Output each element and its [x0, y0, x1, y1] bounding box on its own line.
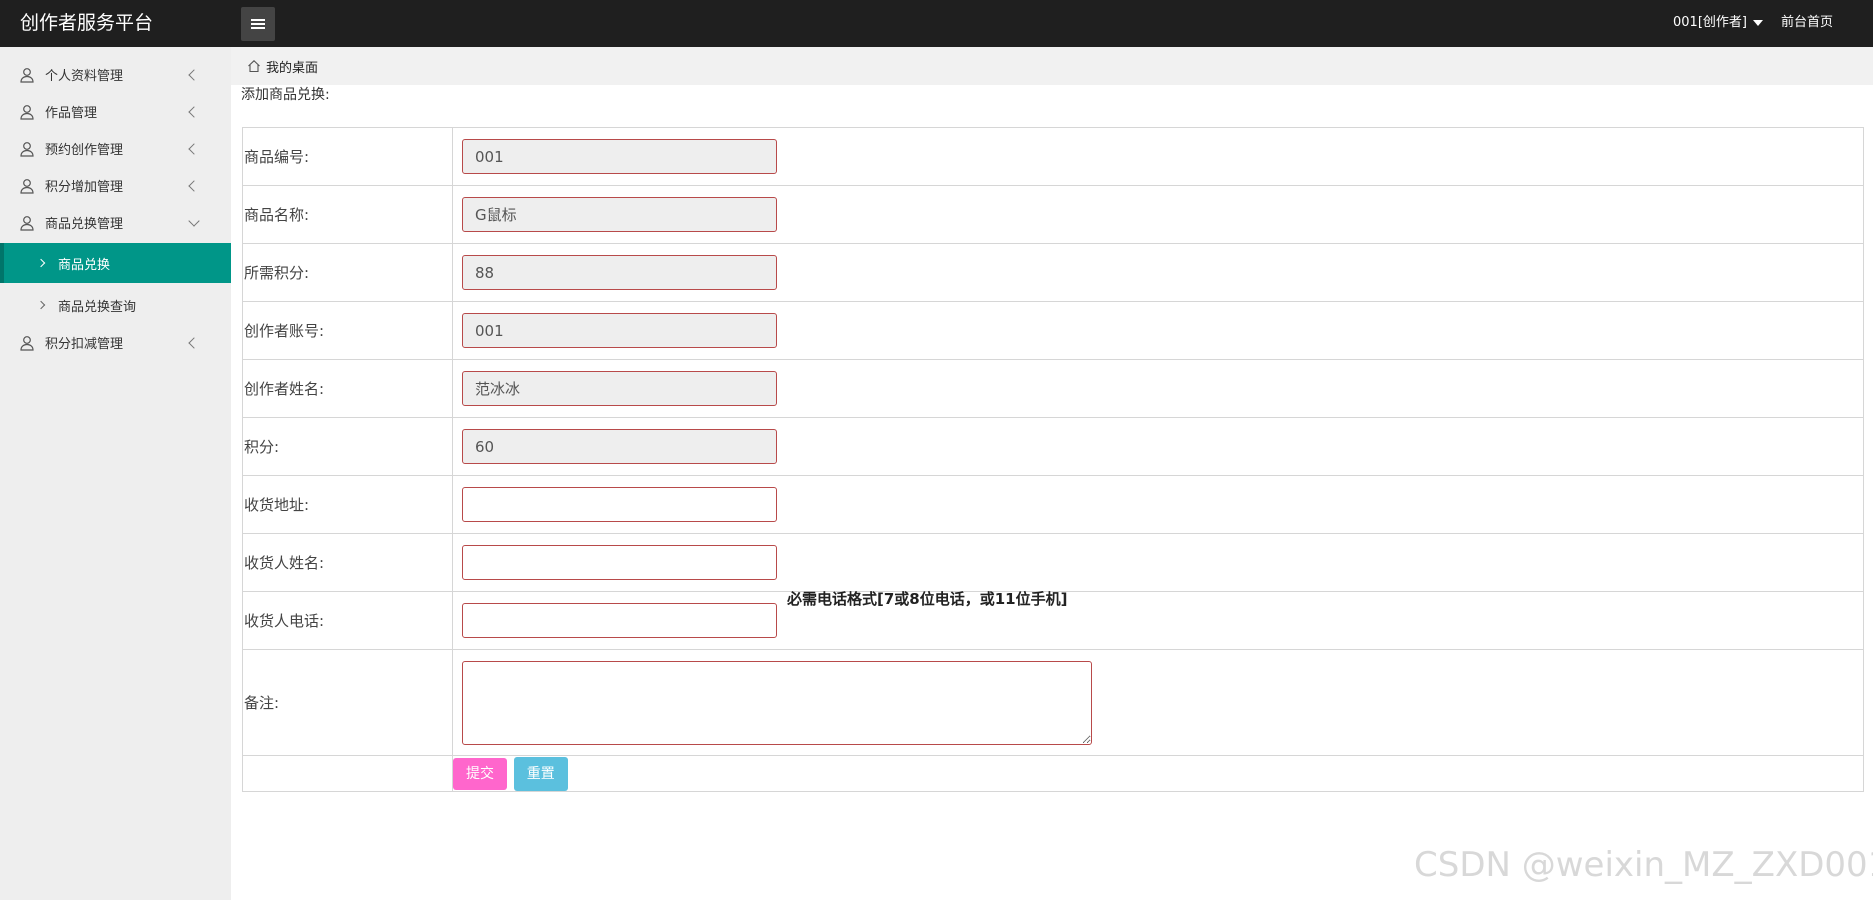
field-label: 所需积分:: [242, 243, 453, 302]
chevron-left-icon: [188, 179, 200, 192]
field-label: 备注:: [242, 649, 453, 756]
watermark: CSDN @weixin_MZ_ZXD001: [1414, 845, 1873, 885]
sidebar-item-label: 积分扣减管理: [45, 337, 124, 352]
sidebar-item-label: 商品兑换管理: [45, 217, 124, 232]
chevron-left-icon: [188, 68, 200, 81]
caret-down-icon: [1752, 20, 1763, 26]
hamburger-icon: [251, 19, 265, 29]
form-title: 添加商品兑换:: [241, 87, 330, 103]
product-id-field[interactable]: [462, 139, 777, 174]
user-label: 001[创作者]: [1673, 15, 1747, 30]
sidebar-subitem-label: 商品兑换查询: [58, 299, 137, 315]
app-title: 创作者服务平台: [20, 12, 154, 34]
recipient-name-input[interactable]: [462, 545, 777, 580]
chevron-right-icon: [36, 300, 46, 310]
form-row: 创作者账号:: [242, 301, 1864, 360]
user-icon: [20, 141, 34, 157]
creator-account-field[interactable]: [462, 313, 777, 348]
form-row: 收货人电话: 必需电话格式[7或8位电话，或11位手机]: [242, 590, 1864, 650]
shipping-address-input[interactable]: [462, 487, 777, 522]
top-bar: 创作者服务平台 001[创作者] 前台首页: [0, 0, 1873, 47]
user-icon: [20, 178, 34, 194]
reset-button[interactable]: 重置: [513, 756, 568, 791]
user-icon: [20, 104, 34, 120]
sidebar-item-label: 个人资料管理: [45, 69, 124, 84]
user-menu[interactable]: 001[创作者]: [1673, 13, 1763, 33]
sidebar-subitem-exchange-query[interactable]: 商品兑换查询: [0, 285, 231, 325]
chevron-left-icon: [188, 142, 200, 155]
chevron-right-icon: [36, 258, 46, 268]
recipient-phone-input[interactable]: [462, 603, 777, 638]
user-icon: [20, 67, 34, 83]
form-row: 创作者姓名:: [242, 359, 1864, 418]
field-label: 收货人电话:: [242, 591, 453, 650]
field-label: 商品名称:: [242, 185, 453, 244]
form-row: 备注:: [242, 649, 1864, 756]
exchange-form: 商品编号: 商品名称: 所需积分: 创作者账号: 创作者姓名: 积分: 收货地址…: [242, 127, 1864, 792]
form-row: 商品名称:: [242, 185, 1864, 244]
breadcrumb-desktop[interactable]: 我的桌面: [266, 57, 318, 76]
field-label: 商品编号:: [242, 127, 453, 186]
user-icon: [20, 215, 34, 231]
sidebar-item-points-add[interactable]: 积分增加管理: [0, 167, 231, 204]
field-label: 创作者姓名:: [242, 359, 453, 418]
front-home-link[interactable]: 前台首页: [1781, 13, 1833, 33]
phone-format-hint: 必需电话格式[7或8位电话，或11位手机]: [787, 590, 1068, 608]
form-actions-row: 提交 重置: [242, 755, 1864, 792]
sidebar: 个人资料管理 作品管理 预约创作管理 积分增加管理 商品兑换管理 商品兑换 商品…: [0, 47, 231, 900]
form-row: 所需积分:: [242, 243, 1864, 302]
points-field[interactable]: [462, 429, 777, 464]
chevron-left-icon: [188, 336, 200, 349]
sidebar-subitem-exchange[interactable]: 商品兑换: [0, 243, 231, 283]
required-points-field[interactable]: [462, 255, 777, 290]
sidebar-item-label: 积分增加管理: [45, 180, 124, 195]
form-row: 收货人姓名:: [242, 533, 1864, 592]
chevron-left-icon: [188, 105, 200, 118]
sidebar-item-points-deduct[interactable]: 积分扣减管理: [0, 324, 231, 361]
sidebar-item-reservations[interactable]: 预约创作管理: [0, 130, 231, 167]
sidebar-subitem-label: 商品兑换: [58, 257, 111, 273]
form-row: 收货地址:: [242, 475, 1864, 534]
user-icon: [20, 335, 34, 351]
menu-toggle-button[interactable]: [241, 7, 275, 41]
product-name-field[interactable]: [462, 197, 777, 232]
sidebar-item-label: 预约创作管理: [45, 143, 124, 158]
remarks-textarea[interactable]: [462, 660, 1092, 745]
field-label: 创作者账号:: [242, 301, 453, 360]
field-label: 收货人姓名:: [242, 533, 453, 592]
chevron-down-icon: [188, 214, 200, 227]
breadcrumb: 我的桌面: [231, 47, 1873, 85]
creator-name-field[interactable]: [462, 371, 777, 406]
submit-button[interactable]: 提交: [453, 757, 507, 790]
home-icon: [248, 60, 260, 73]
field-label: 收货地址:: [242, 475, 453, 534]
sidebar-item-label: 作品管理: [45, 106, 98, 121]
field-label: 积分:: [242, 417, 453, 476]
sidebar-item-works[interactable]: 作品管理: [0, 93, 231, 130]
sidebar-item-exchange[interactable]: 商品兑换管理: [0, 204, 231, 241]
sidebar-item-profile[interactable]: 个人资料管理: [0, 56, 231, 93]
form-row: 积分:: [242, 417, 1864, 476]
form-row: 商品编号:: [242, 127, 1864, 186]
